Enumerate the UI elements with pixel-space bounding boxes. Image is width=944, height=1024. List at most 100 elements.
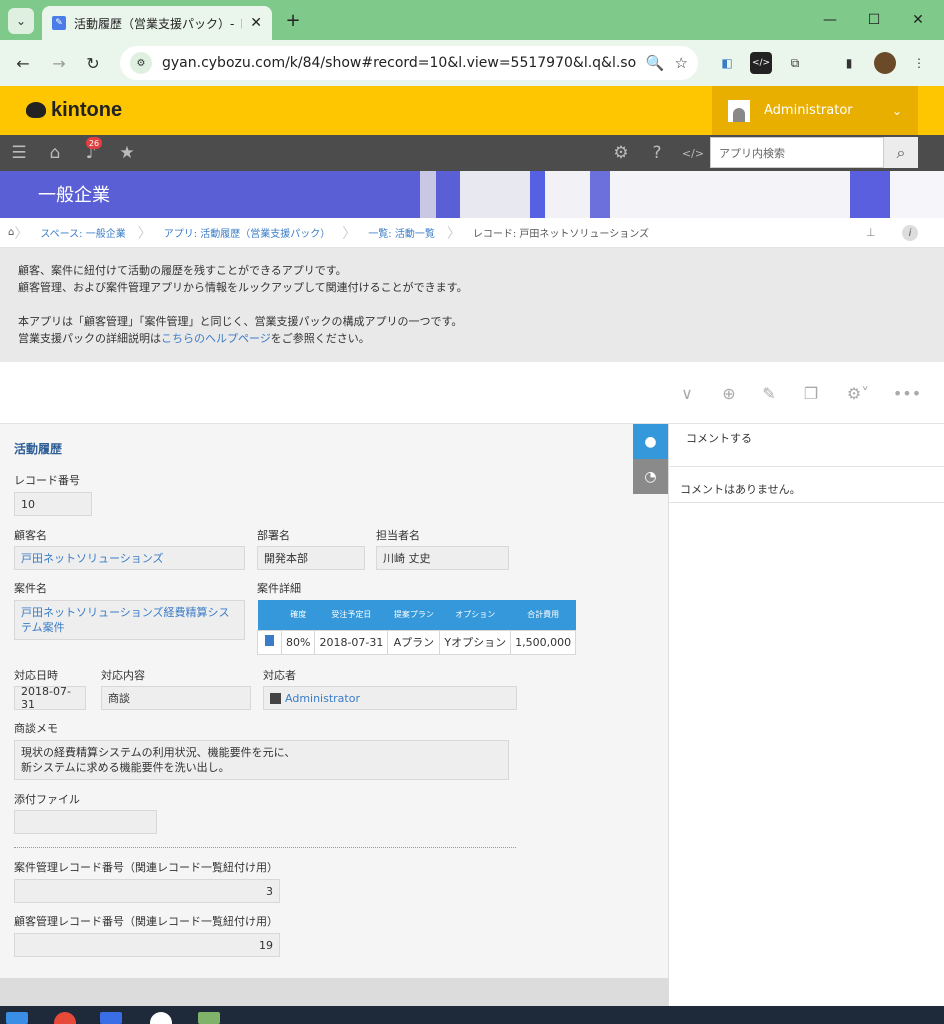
app2-taskbar-icon[interactable] — [198, 1012, 220, 1024]
help-icon[interactable]: ? — [644, 140, 670, 166]
description-line: 本アプリは「顧客管理」「案件管理」と同じく、営業支援パックの構成アプリの一つです… — [18, 315, 463, 328]
browser-menu-icon[interactable]: ⋮ — [908, 52, 930, 74]
settings-gear-icon[interactable]: ⚙ — [608, 140, 634, 166]
browser-tab[interactable]: ✎ 活動履歴（営業支援パック）- ド ✕ — [42, 6, 272, 40]
deal-ref-field: 3 — [14, 879, 280, 903]
table-cell: Aプラン — [387, 629, 441, 655]
reload-icon[interactable]: ↻ — [80, 50, 106, 76]
chevron-down-icon[interactable]: ∨ — [674, 380, 700, 406]
table-cell: 2018-07-31 — [314, 629, 389, 655]
table-cell: 1,500,000 — [510, 629, 577, 655]
tab-search-chevron-icon[interactable]: ⌄ — [8, 8, 34, 34]
pin-icon[interactable]: ⊥ — [866, 226, 876, 239]
kintone-logo[interactable]: kintone — [26, 98, 122, 122]
profile-avatar[interactable] — [874, 52, 896, 74]
more-options-icon[interactable]: ••• — [893, 380, 921, 406]
department-field: 開発本部 — [257, 546, 365, 570]
memo-line: 新システムに求める機能要件を洗い出し。 — [21, 761, 230, 774]
customer-field[interactable]: 戸田ネットソリューションズ — [14, 546, 245, 570]
search-icon[interactable]: ⌕ — [884, 137, 918, 168]
table-header: 合計費用 — [510, 600, 576, 630]
customer-ref-label: 顧客管理レコード番号（関連レコード一覧紐付け用） — [14, 915, 278, 928]
side-panel-icon[interactable]: ▮ — [838, 52, 860, 74]
table-header: 確度 — [281, 600, 315, 630]
breadcrumb-record: レコード: 戸田ネットソリューションズ — [472, 229, 649, 240]
help-page-link[interactable]: こちらのヘルプページ — [161, 332, 271, 345]
new-tab-icon[interactable]: + — [282, 8, 304, 32]
no-comments-text: コメントはありません。 — [680, 483, 801, 496]
handler-label: 対応者 — [263, 669, 296, 682]
user-name: Administrator — [764, 103, 853, 118]
post-comment-input[interactable]: コメントする — [686, 430, 752, 446]
extensions-puzzle-icon[interactable]: ⧉ — [784, 52, 806, 74]
table-row: 80% 2018-07-31 Aプラン Yオプション 1,500,000 — [257, 629, 577, 655]
memo-line: 現状の経費精算システムの利用状況、機能要件を元に、 — [21, 746, 296, 759]
deal-label: 案件名 — [14, 582, 47, 595]
info-icon[interactable]: i — [902, 225, 918, 241]
deal-field[interactable]: 戸田ネットソリューションズ経費精算システム案件 — [14, 600, 245, 640]
tab-favicon-icon: ✎ — [52, 16, 66, 30]
devtools-extension-icon[interactable]: </> — [750, 52, 772, 74]
table-header: 受注予定日 — [314, 600, 388, 630]
tab-title: 活動履歴（営業支援パック）- ド — [74, 16, 243, 31]
zoom-icon[interactable]: 🔍 — [646, 54, 665, 72]
start-icon[interactable] — [6, 1012, 28, 1024]
os-taskbar — [0, 1006, 944, 1024]
record-number-label: レコード番号 — [14, 474, 80, 487]
app-search-input[interactable]: アプリ内検索 — [710, 137, 884, 168]
kintone-logo-text: kintone — [51, 98, 123, 121]
minimize-icon[interactable]: — — [810, 8, 850, 32]
customer-ref-field: 19 — [14, 933, 280, 957]
table-header: オプション — [439, 600, 511, 630]
explorer-taskbar-icon[interactable] — [100, 1012, 122, 1024]
duplicate-icon[interactable]: ❐ — [798, 380, 824, 406]
address-bar[interactable]: ⚙ gyan.cybozu.com/k/84/show#record=10&l.… — [120, 46, 698, 80]
back-arrow-icon[interactable]: ← — [10, 50, 36, 76]
hamburger-menu-icon[interactable]: ☰ — [6, 140, 32, 166]
comment-bubble-icon[interactable]: ● — [633, 424, 668, 459]
window-close-icon[interactable]: ✕ — [898, 8, 938, 32]
add-record-icon[interactable]: ⊕ — [716, 380, 742, 406]
section-title: 活動履歴 — [14, 442, 63, 456]
table-cell[interactable] — [257, 629, 282, 655]
document-icon[interactable] — [265, 635, 274, 646]
translate-extension-icon[interactable]: ◧ — [716, 52, 738, 74]
home-icon[interactable]: ⌂ — [42, 140, 68, 166]
history-icon[interactable]: ◔ — [633, 459, 668, 494]
comment-panel — [668, 424, 944, 1006]
content-label: 対応内容 — [101, 669, 145, 682]
department-label: 部署名 — [257, 529, 290, 542]
breadcrumb-app[interactable]: アプリ: 活動履歴（営業支援パック） — [152, 225, 343, 240]
maximize-icon[interactable]: ☐ — [854, 8, 894, 32]
forward-arrow-icon[interactable]: → — [46, 50, 72, 76]
breadcrumb-view[interactable]: 一覧: 活動一覧 — [356, 225, 447, 240]
chevron-down-icon: ⌄ — [891, 103, 902, 118]
bookmark-star-icon[interactable]: ☆ — [675, 54, 688, 72]
customer-label: 顧客名 — [14, 529, 47, 542]
breadcrumb-space[interactable]: スペース: 一般企業 — [28, 225, 137, 240]
date-label: 対応日時 — [14, 669, 58, 682]
description-line: 顧客管理、および案件管理アプリから情報をルックアップして関連付けることができます… — [18, 281, 468, 294]
attachment-label: 添付ファイル — [14, 793, 80, 806]
divider — [14, 847, 516, 848]
edit-icon[interactable]: ✎ — [756, 380, 782, 406]
code-icon[interactable]: </> — [680, 140, 706, 166]
content-field: 商談 — [101, 686, 251, 710]
user-menu[interactable]: Administrator ⌄ — [712, 86, 918, 135]
record-settings-gear-icon[interactable]: ⚙˅ — [840, 380, 876, 406]
handler-field[interactable]: Administrator — [263, 686, 517, 710]
space-banner — [0, 171, 944, 218]
notification-badge: 26 — [86, 137, 102, 149]
user-avatar-icon — [728, 99, 750, 122]
attachment-field — [14, 810, 157, 834]
description-line: 営業支援パックの詳細説明はこちらのヘルプページをご参照ください。 — [18, 332, 370, 345]
favorites-star-icon[interactable]: ★ — [114, 140, 140, 166]
space-title: 一般企業 — [38, 185, 110, 206]
tab-close-icon[interactable]: ✕ — [250, 15, 262, 31]
handler-name[interactable]: Administrator — [285, 692, 360, 705]
form-footer — [0, 978, 668, 1006]
deal-detail-label: 案件詳細 — [257, 582, 301, 595]
deal-ref-label: 案件管理レコード番号（関連レコード一覧紐付け用） — [14, 861, 278, 874]
site-settings-icon[interactable]: ⚙ — [130, 52, 152, 74]
kintone-logo-icon — [26, 102, 46, 118]
